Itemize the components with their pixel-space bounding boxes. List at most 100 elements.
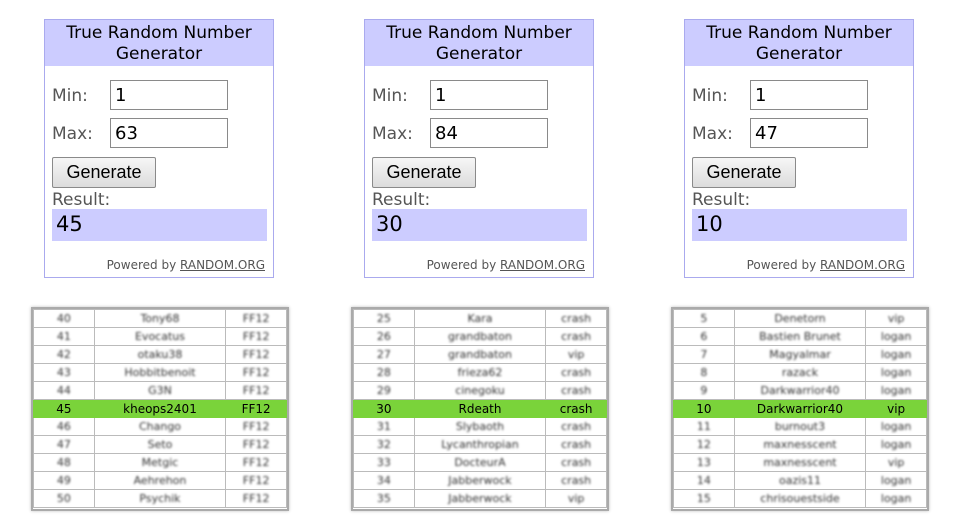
entry-number: 26 [353, 327, 415, 346]
entry-number: 12 [673, 435, 735, 454]
entry-username: Bastien Brunet [733, 327, 867, 346]
entry-number: 7 [673, 345, 735, 364]
entry-group: FF12 [225, 327, 287, 346]
entry-username: Rdeath [413, 399, 547, 418]
table-row: 28 frieza62 crash [353, 363, 607, 382]
entries-table: 25 Kara crash 26 grandbaton crash 27 grandbaton… [353, 309, 607, 508]
entry-group: FF12 [225, 381, 287, 400]
entry-username: Jabberwock [413, 489, 547, 508]
min-input[interactable] [430, 80, 548, 110]
entry-username: grandbaton [413, 327, 547, 346]
entry-username: Tony68 [93, 309, 227, 328]
entry-group: logan [865, 327, 927, 346]
entry-username: Darkwarrior40 [733, 381, 867, 400]
entry-group: FF12 [225, 435, 287, 454]
result-value: 10 [692, 209, 907, 241]
table-row: 43 Hobbitbenoit FF12 [33, 363, 287, 382]
entry-number: 50 [33, 489, 95, 508]
entry-group: FF12 [225, 399, 287, 418]
entry-username: Darkwarrior40 [733, 399, 867, 418]
table-row: 26 grandbaton crash [353, 327, 607, 346]
entry-number: 29 [353, 381, 415, 400]
table-row: 34 Jabberwock crash [353, 471, 607, 490]
entry-username: Magyalmar [733, 345, 867, 364]
entry-group: FF12 [225, 309, 287, 328]
entry-username: kheops2401 [93, 399, 227, 418]
entry-username: G3N [93, 381, 227, 400]
entry-number: 10 [673, 399, 735, 418]
random-org-link[interactable]: RANDOM.ORG [820, 258, 905, 272]
entry-username: maxnesscent [733, 435, 867, 454]
entry-group: crash [545, 309, 607, 328]
entry-username: Hobbitbenoit [93, 363, 227, 382]
entry-group: crash [545, 399, 607, 418]
entry-number: 46 [33, 417, 95, 436]
entry-number: 49 [33, 471, 95, 490]
powered-by: Powered by RANDOM.ORG [427, 258, 585, 272]
table-row: 40 Tony68 FF12 [33, 309, 287, 328]
table-row: 50 Psychik FF12 [33, 489, 287, 508]
table-row: 25 Kara crash [353, 309, 607, 328]
table-row: 35 Jabberwock vip [353, 489, 607, 508]
entry-group: crash [545, 381, 607, 400]
generator-title: True Random Number Generator [685, 20, 913, 66]
max-input[interactable] [430, 118, 548, 148]
random-generator-1: True Random Number Generator Min: Max: G… [44, 19, 274, 278]
entry-username: Slybaoth [413, 417, 547, 436]
entry-group: crash [545, 363, 607, 382]
max-input[interactable] [750, 118, 868, 148]
entries-table: 40 Tony68 FF12 41 Evocatus FF12 42 otaku38 FF12 4… [33, 309, 287, 508]
entry-username: Aehrehon [93, 471, 227, 490]
entry-number: 11 [673, 417, 735, 436]
result-value: 30 [372, 209, 587, 241]
max-label: Max: [52, 124, 93, 144]
entry-group: crash [545, 471, 607, 490]
entry-username: grandbaton [413, 345, 547, 364]
entries-table: 5 Denetorn vip 6 Bastien Brunet logan 7 Magyalm… [673, 309, 927, 508]
entry-username: Chango [93, 417, 227, 436]
powered-by: Powered by RANDOM.ORG [107, 258, 265, 272]
entry-username: frieza62 [413, 363, 547, 382]
table-row: 15 chrisouestside logan [673, 489, 927, 508]
table-row: 5 Denetorn vip [673, 309, 927, 328]
min-input[interactable] [750, 80, 868, 110]
entry-number: 34 [353, 471, 415, 490]
entry-username: DocteurA [413, 453, 547, 472]
random-org-link[interactable]: RANDOM.ORG [180, 258, 265, 272]
entry-group: FF12 [225, 489, 287, 508]
entry-number: 31 [353, 417, 415, 436]
entry-group: FF12 [225, 453, 287, 472]
entry-number: 43 [33, 363, 95, 382]
generate-button[interactable]: Generate [692, 157, 796, 188]
random-org-link[interactable]: RANDOM.ORG [500, 258, 585, 272]
entry-username: otaku38 [93, 345, 227, 364]
max-input[interactable] [110, 118, 228, 148]
entry-number: 44 [33, 381, 95, 400]
entry-group: FF12 [225, 345, 287, 364]
entry-group: logan [865, 435, 927, 454]
generate-button[interactable]: Generate [372, 157, 476, 188]
table-row: 6 Bastien Brunet logan [673, 327, 927, 346]
entry-username: chrisouestside [733, 489, 867, 508]
entry-number: 33 [353, 453, 415, 472]
entry-group: logan [865, 489, 927, 508]
min-label: Min: [372, 86, 408, 106]
min-input[interactable] [110, 80, 228, 110]
generate-button[interactable]: Generate [52, 157, 156, 188]
table-row-selected: 30 Rdeath crash [353, 399, 607, 418]
table-row: 9 Darkwarrior40 logan [673, 381, 927, 400]
table-row: 33 DocteurA crash [353, 453, 607, 472]
max-label: Max: [372, 124, 413, 144]
table-row: 29 cinegoku crash [353, 381, 607, 400]
participant-table-2: 25 Kara crash 26 grandbaton crash 27 grandbaton… [351, 307, 609, 511]
powered-by: Powered by RANDOM.ORG [747, 258, 905, 272]
entry-username: Evocatus [93, 327, 227, 346]
entry-number: 25 [353, 309, 415, 328]
result-value: 45 [52, 209, 267, 241]
result-label: Result: [52, 190, 111, 210]
max-label: Max: [692, 124, 733, 144]
entry-group: crash [545, 417, 607, 436]
entry-username: Jabberwock [413, 471, 547, 490]
entry-username: Psychik [93, 489, 227, 508]
table-row: 13 maxnesscent vip [673, 453, 927, 472]
